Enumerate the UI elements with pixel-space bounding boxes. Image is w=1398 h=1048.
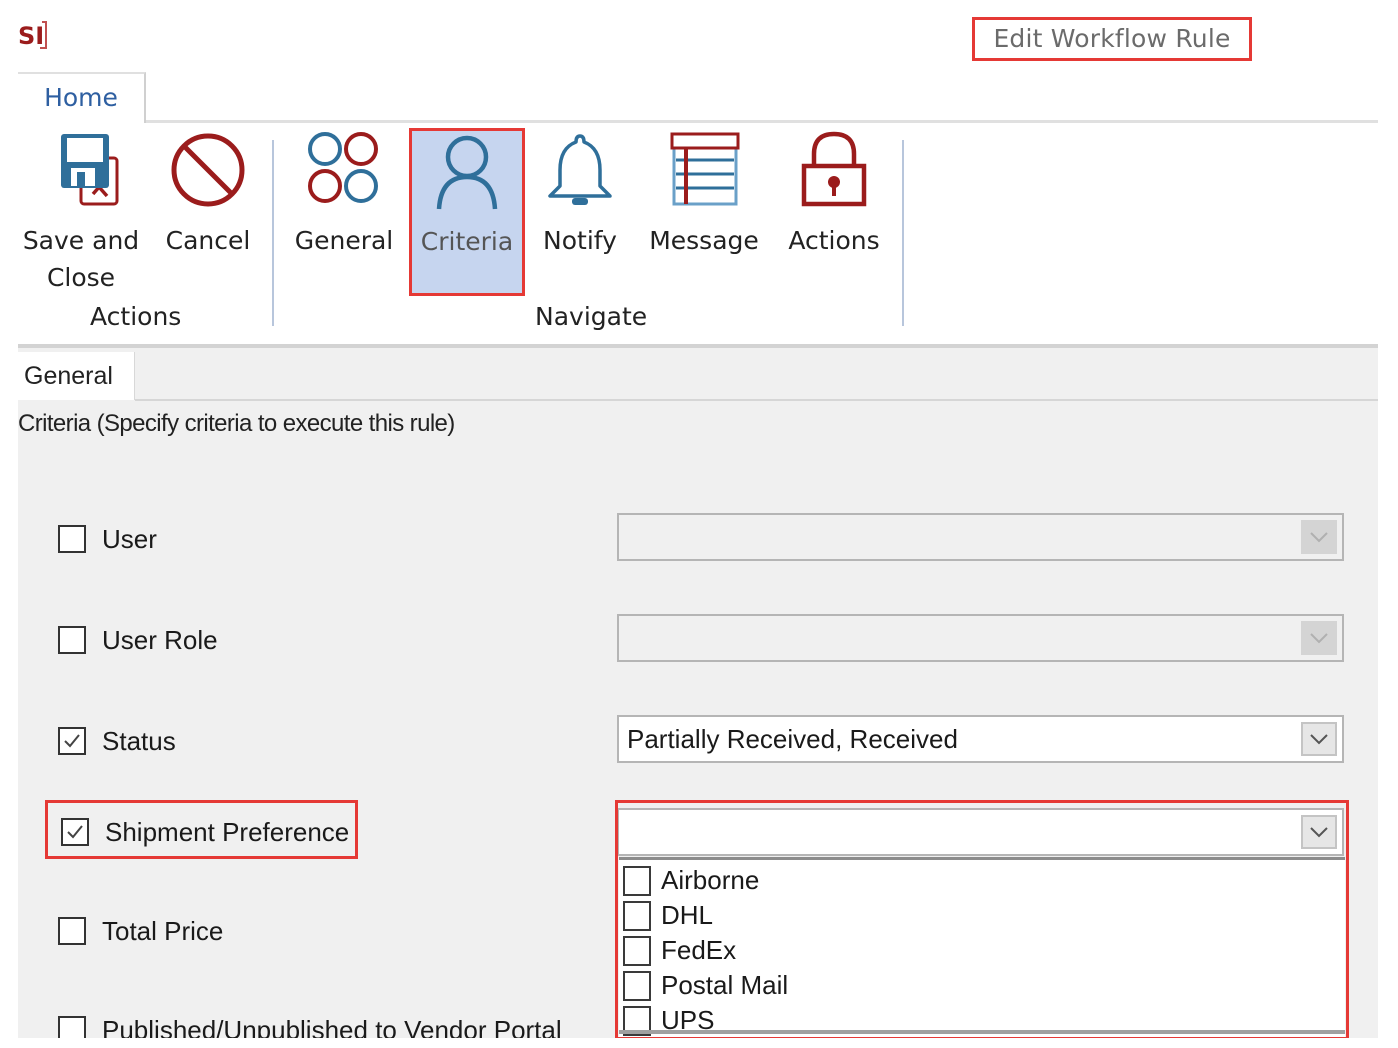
bottom-edge (0, 1038, 1398, 1048)
shipment-preference-label: Shipment Preference (105, 816, 350, 847)
total-price-checkbox[interactable] (58, 917, 86, 945)
user-combo-dropdown-button[interactable] (1301, 520, 1337, 554)
general-circles-icon (292, 130, 396, 208)
save-and-close-label-line1: Save and (22, 226, 140, 255)
shipment-preference-checkbox[interactable] (61, 818, 89, 846)
checkmark-icon (64, 734, 80, 748)
group-label-navigate: Navigate (535, 302, 648, 331)
checkmark-icon (67, 825, 83, 839)
lock-icon (782, 130, 886, 208)
user-checkbox[interactable] (58, 525, 86, 553)
notify-nav-label: Notify (543, 226, 617, 255)
actions-nav-button[interactable]: Actions (782, 130, 886, 259)
chevron-down-icon (1310, 532, 1328, 543)
ribbon-tab-strip-divider (146, 120, 1378, 123)
published-label: Published/Unpublished to Vendor Portal (102, 1014, 562, 1039)
criteria-row-published: Published/Unpublished to Vendor Portal (58, 1010, 562, 1038)
status-combo[interactable]: Partially Received, Received (617, 715, 1344, 763)
user-role-combo[interactable] (617, 614, 1344, 662)
total-price-label: Total Price (102, 915, 224, 946)
content-tab-divider (135, 399, 1378, 401)
message-nav-label: Message (649, 226, 759, 255)
user-role-combo-dropdown-button[interactable] (1301, 621, 1337, 655)
criteria-row-user-role: User Role (58, 620, 218, 660)
section-title: Criteria (Specify criteria to execute th… (18, 410, 455, 437)
ribbon-separator (272, 140, 274, 326)
chevron-down-icon (1310, 633, 1328, 644)
tab-general[interactable]: General (18, 352, 135, 400)
save-and-close-label-line2: Close (46, 263, 116, 292)
user-role-checkbox[interactable] (58, 626, 86, 654)
cancel-icon (160, 130, 256, 208)
ribbon-separator (902, 140, 904, 326)
cancel-button[interactable]: Cancel (160, 130, 256, 259)
user-combo[interactable] (617, 513, 1344, 561)
window-title: Edit Workflow Rule (972, 17, 1252, 61)
general-nav-button[interactable]: General (292, 130, 396, 259)
criteria-row-user: User (58, 519, 157, 559)
criteria-row-total-price: Total Price (58, 911, 223, 951)
criteria-row-published-clip: Published/Unpublished to Vendor Portal (18, 1000, 608, 1038)
status-combo-value: Partially Received, Received (627, 724, 958, 754)
status-combo-dropdown-button[interactable] (1301, 722, 1337, 756)
chevron-down-icon (1310, 734, 1328, 745)
published-checkbox[interactable] (58, 1016, 86, 1038)
user-label: User (102, 523, 157, 554)
save-and-close-label: Save and Close (22, 222, 140, 296)
criteria-nav-button[interactable]: Criteria (409, 128, 525, 296)
actions-nav-label: Actions (788, 226, 880, 255)
group-label-actions: Actions (90, 302, 182, 331)
criteria-row-status: Status (58, 721, 176, 761)
user-role-label: User Role (102, 624, 218, 655)
criteria-row-shipment-preference: Shipment Preference (61, 812, 349, 852)
status-label: Status (102, 725, 176, 756)
message-nav-button[interactable]: Message (644, 130, 764, 259)
user-icon (412, 131, 522, 211)
notify-nav-button[interactable]: Notify (536, 130, 624, 259)
general-nav-label: General (294, 226, 394, 255)
criteria-nav-label: Criteria (420, 227, 514, 256)
shipment-dropdown-highlight (615, 800, 1349, 1040)
bell-icon (536, 130, 624, 208)
message-list-icon (644, 130, 764, 208)
tab-home[interactable]: Home (18, 72, 146, 123)
save-close-icon (22, 130, 140, 208)
cancel-label: Cancel (165, 226, 251, 255)
svg-text:SI: SI (18, 22, 44, 50)
save-and-close-button[interactable]: Save and Close (22, 130, 140, 296)
status-checkbox[interactable] (58, 727, 86, 755)
app-logo: SI (18, 18, 48, 52)
